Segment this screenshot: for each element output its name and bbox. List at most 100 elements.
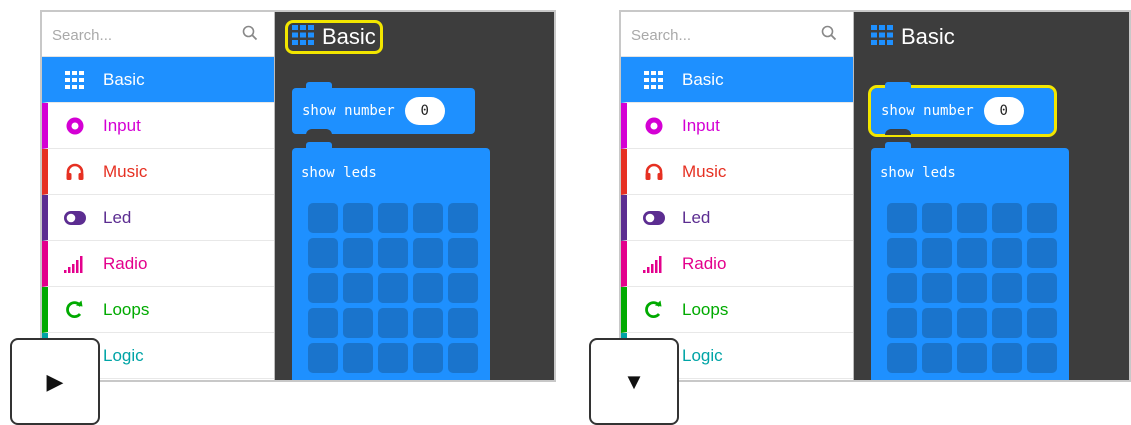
led-cell[interactable] [957,343,987,373]
search-bar [621,12,853,57]
category-led[interactable]: Led [42,195,274,241]
led-cell[interactable] [343,343,373,373]
led-cell[interactable] [992,273,1022,303]
number-input[interactable]: 0 [404,97,445,125]
category-input[interactable]: Input [621,103,853,149]
expand-toggle-button[interactable]: ▼ [589,338,679,425]
search-input[interactable] [629,22,803,48]
led-cell[interactable] [378,203,408,233]
category-led[interactable]: Led [621,195,853,241]
led-cell[interactable] [413,273,443,303]
flyout-title-text: Basic [901,24,955,49]
show-number-block[interactable]: show number 0 [868,82,1057,137]
block-notch [306,82,332,90]
block-notch [885,142,911,150]
category-music[interactable]: Music [42,149,274,195]
led-cell[interactable] [922,238,952,268]
led-cell[interactable] [992,238,1022,268]
led-cell[interactable] [413,308,443,338]
category-basic[interactable]: Basic [621,57,853,103]
category-loops[interactable]: Loops [42,287,274,333]
led-cell[interactable] [957,308,987,338]
toggle-icon [643,207,665,229]
led-cell[interactable] [1027,238,1057,268]
led-cell[interactable] [448,273,478,303]
led-cell[interactable] [1027,343,1057,373]
led-cell[interactable] [448,308,478,338]
block-flyout: Basic show number 0 show leds [275,12,554,380]
category-loops[interactable]: Loops [621,287,853,333]
grid-icon [292,24,314,50]
led-cell[interactable] [922,308,952,338]
led-cell[interactable] [308,238,338,268]
led-cell[interactable] [922,273,952,303]
led-cell[interactable] [343,203,373,233]
toolbox: Basic Input Music Led Radio Loops Logic [621,12,854,380]
led-cell[interactable] [992,203,1022,233]
category-label: Loops [682,299,729,319]
number-input[interactable]: 0 [983,97,1024,125]
led-cell[interactable] [887,308,917,338]
category-basic[interactable]: Basic [42,57,274,103]
led-cell[interactable] [308,343,338,373]
headphones-icon [643,161,665,183]
led-cell[interactable] [992,343,1022,373]
led-cell[interactable] [1027,308,1057,338]
search-input[interactable] [50,22,224,48]
led-cell[interactable] [413,343,443,373]
led-cell[interactable] [887,273,917,303]
target-icon [643,115,665,137]
block-notch [306,142,332,150]
led-cell[interactable] [343,238,373,268]
target-icon [64,115,86,137]
led-cell[interactable] [887,238,917,268]
led-cell[interactable] [413,203,443,233]
show-number-block[interactable]: show number 0 [292,82,475,135]
category-input[interactable]: Input [42,103,274,149]
play-toggle-button[interactable]: ▶ [10,338,100,425]
led-cell[interactable] [992,308,1022,338]
led-cell[interactable] [448,203,478,233]
led-cell[interactable] [448,343,478,373]
led-cell[interactable] [1027,203,1057,233]
led-cell[interactable] [378,308,408,338]
signal-bars-icon [64,253,86,275]
show-leds-block[interactable]: show leds [871,142,1069,380]
led-cell[interactable] [308,308,338,338]
editor-panel-collapsed: Basic Input Music Led Radio Loops Logic [40,10,556,382]
led-cell[interactable] [1027,273,1057,303]
block-notch-bottom [306,129,332,135]
headphones-icon [64,161,86,183]
led-cell[interactable] [343,308,373,338]
show-leds-block[interactable]: show leds [292,142,490,380]
led-cell[interactable] [343,273,373,303]
category-label: Music [103,161,148,181]
category-label: Loops [103,299,150,319]
category-music[interactable]: Music [621,149,853,195]
editor-panel-expanded: Basic Input Music Led Radio Loops Logic [619,10,1131,382]
category-label: Radio [103,253,148,273]
led-cell[interactable] [413,238,443,268]
led-cell[interactable] [378,343,408,373]
led-cell[interactable] [378,273,408,303]
led-cell[interactable] [308,203,338,233]
grid-icon [643,69,665,91]
led-cell[interactable] [922,343,952,373]
led-cell[interactable] [378,238,408,268]
search-icon[interactable] [821,25,837,46]
led-cell[interactable] [308,273,338,303]
category-radio[interactable]: Radio [42,241,274,287]
led-cell[interactable] [922,203,952,233]
search-icon[interactable] [242,25,258,46]
led-cell[interactable] [957,203,987,233]
led-cell[interactable] [448,238,478,268]
play-right-icon: ▶ [46,368,64,394]
category-radio[interactable]: Radio [621,241,853,287]
led-cell[interactable] [957,273,987,303]
search-bar [42,12,274,57]
led-cell[interactable] [887,203,917,233]
led-cell[interactable] [887,343,917,373]
loop-arrow-icon [64,299,86,321]
led-cell[interactable] [957,238,987,268]
signal-bars-icon [643,253,665,275]
